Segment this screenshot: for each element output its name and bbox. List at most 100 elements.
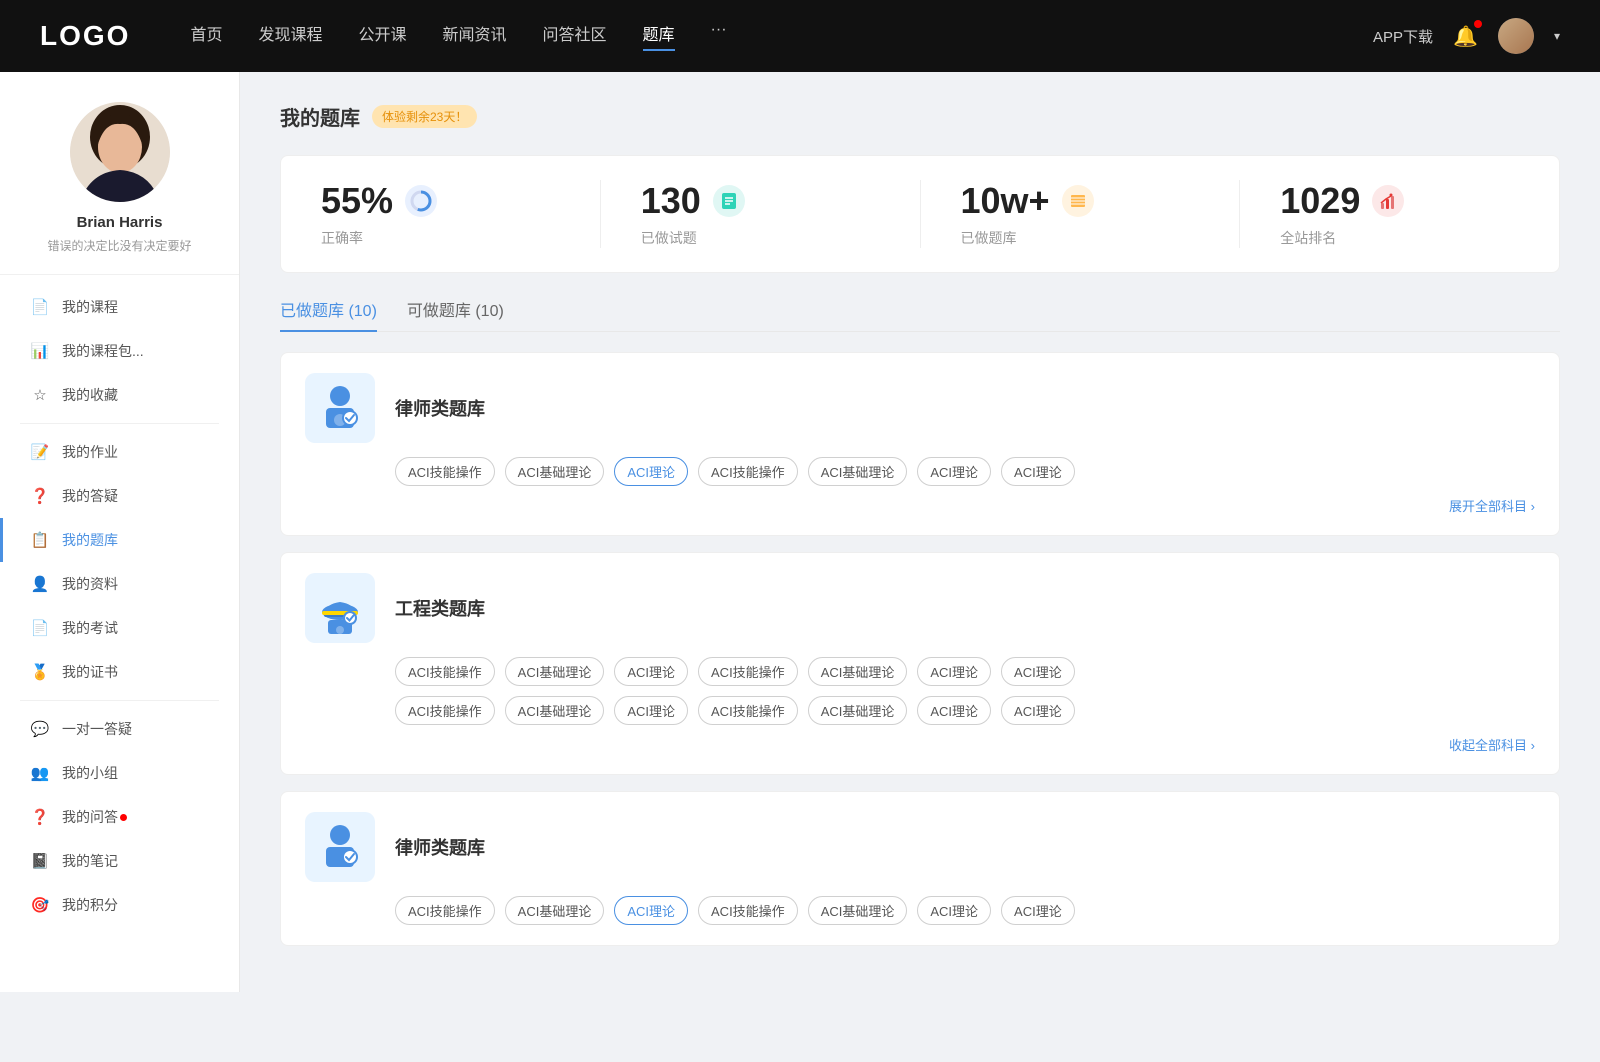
chevron-down-icon[interactable]: ▾ [1554, 29, 1560, 43]
tag[interactable]: ACI技能操作 [395, 457, 495, 486]
main-layout: Brian Harris 错误的决定比没有决定要好 📄 我的课程 📊 我的课程包… [0, 72, 1600, 992]
questions-label: 已做试题 [641, 228, 697, 248]
sidebar-item-certificate[interactable]: 🏅 我的证书 [0, 650, 239, 694]
tag[interactable]: ACI理论 [1001, 696, 1075, 725]
profile-icon: 👤 [30, 575, 50, 593]
stat-questions: 130 已做试题 [601, 180, 921, 248]
bank-name-lawyer-1: 律师类题库 [395, 395, 485, 421]
avatar [70, 102, 170, 202]
qa-icon: ❓ [30, 487, 50, 505]
page-header: 我的题库 体验剩余23天！ [280, 102, 1560, 131]
sidebar-item-group[interactable]: 👥 我的小组 [0, 751, 239, 795]
tag[interactable]: ACI基础理论 [505, 696, 605, 725]
banks-value: 10w+ [961, 180, 1050, 222]
tag[interactable]: ACI基础理论 [505, 657, 605, 686]
tag[interactable]: ACI理论 [917, 896, 991, 925]
expand-link-lawyer-1[interactable]: 展开全部科目 › [305, 496, 1535, 515]
stat-accuracy: 55% 正确率 [281, 180, 601, 248]
tag[interactable]: ACI理论 [917, 696, 991, 725]
tag[interactable]: ACI技能操作 [698, 896, 798, 925]
tag[interactable]: ACI理论 [917, 657, 991, 686]
navbar-right: APP下载 🔔 ▾ [1373, 18, 1560, 54]
accuracy-label: 正确率 [321, 228, 363, 248]
sidebar-item-homework[interactable]: 📝 我的作业 [0, 430, 239, 474]
tag[interactable]: ACI基础理论 [808, 896, 908, 925]
tag[interactable]: ACI理论 [1001, 896, 1075, 925]
navbar: LOGO 首页 发现课程 公开课 新闻资讯 问答社区 题库 ··· APP下载 … [0, 0, 1600, 72]
tag[interactable]: ACI理论 [614, 696, 688, 725]
profile-motto: 错误的决定比没有决定要好 [47, 237, 191, 254]
tags-row-lawyer-1: ACI技能操作 ACI基础理论 ACI理论 ACI技能操作 ACI基础理论 AC… [395, 457, 1535, 486]
tag[interactable]: ACI基础理论 [505, 896, 605, 925]
tag[interactable]: ACI技能操作 [395, 657, 495, 686]
sidebar-item-qa[interactable]: ❓ 我的答疑 [0, 474, 239, 518]
tags-row-lawyer-2: ACI技能操作 ACI基础理论 ACI理论 ACI技能操作 ACI基础理论 AC… [395, 896, 1535, 925]
tab-available-banks[interactable]: 可做题库 (10) [407, 297, 504, 331]
notification-badge [1474, 20, 1482, 28]
sidebar-item-notes[interactable]: 📓 我的笔记 [0, 839, 239, 883]
tag[interactable]: ACI技能操作 [395, 896, 495, 925]
nav-news[interactable]: 新闻资讯 [443, 21, 507, 51]
tags-row-engineer-1: ACI技能操作 ACI基础理论 ACI理论 ACI技能操作 ACI基础理论 AC… [395, 657, 1535, 686]
tag[interactable]: ACI技能操作 [698, 696, 798, 725]
notification-bell-icon[interactable]: 🔔 [1453, 24, 1478, 49]
app-download-button[interactable]: APP下载 [1373, 26, 1433, 47]
banks-label: 已做题库 [961, 228, 1017, 248]
star-icon: ☆ [30, 386, 50, 404]
nav-links: 首页 发现课程 公开课 新闻资讯 问答社区 题库 ··· [190, 21, 1373, 51]
course-pack-icon: 📊 [30, 342, 50, 360]
questions-icon [713, 185, 745, 217]
bank-card-engineer: 工程类题库 ACI技能操作 ACI基础理论 ACI理论 ACI技能操作 ACI基… [280, 552, 1560, 775]
user-avatar-nav[interactable] [1498, 18, 1534, 54]
trial-badge: 体验剩余23天！ [372, 105, 477, 128]
profile-section: Brian Harris 错误的决定比没有决定要好 [0, 102, 239, 275]
profile-name: Brian Harris [77, 214, 163, 231]
sidebar-item-my-course[interactable]: 📄 我的课程 [0, 285, 239, 329]
nav-more[interactable]: ··· [711, 21, 727, 51]
ranking-value: 1029 [1280, 180, 1360, 222]
tag[interactable]: ACI理论 [1001, 457, 1075, 486]
nav-discover[interactable]: 发现课程 [258, 21, 322, 51]
sidebar-item-points[interactable]: 🎯 我的积分 [0, 883, 239, 927]
tag[interactable]: ACI理论 [917, 457, 991, 486]
nav-bank[interactable]: 题库 [643, 21, 675, 51]
tag[interactable]: ACI理论 [614, 657, 688, 686]
stat-banks: 10w+ 已做题库 [921, 180, 1241, 248]
tag[interactable]: ACI基础理论 [808, 696, 908, 725]
tag[interactable]: ACI基础理论 [505, 457, 605, 486]
tab-done-banks[interactable]: 已做题库 (10) [280, 297, 377, 331]
nav-opencourse[interactable]: 公开课 [358, 21, 406, 51]
question-dot-badge [120, 814, 127, 821]
lawyer-icon-1 [305, 373, 375, 443]
bank-card-lawyer-2: 律师类题库 ACI技能操作 ACI基础理论 ACI理论 ACI技能操作 ACI基… [280, 791, 1560, 946]
sidebar-item-favorites[interactable]: ☆ 我的收藏 [0, 373, 239, 417]
sidebar-item-one-on-one[interactable]: 💬 一对一答疑 [0, 707, 239, 751]
main-content: 我的题库 体验剩余23天！ 55% 正确率 [240, 72, 1600, 992]
tag-active[interactable]: ACI理论 [614, 457, 688, 486]
collapse-link-engineer[interactable]: 收起全部科目 › [305, 735, 1535, 754]
sidebar-item-course-pack[interactable]: 📊 我的课程包... [0, 329, 239, 373]
ranking-icon [1372, 185, 1404, 217]
tag-active[interactable]: ACI理论 [614, 896, 688, 925]
tag[interactable]: ACI理论 [1001, 657, 1075, 686]
questions-value: 130 [641, 180, 701, 222]
tag[interactable]: ACI技能操作 [698, 657, 798, 686]
tag[interactable]: ACI技能操作 [698, 457, 798, 486]
tag[interactable]: ACI技能操作 [395, 696, 495, 725]
certificate-icon: 🏅 [30, 663, 50, 681]
menu-divider-2 [20, 700, 219, 701]
banks-icon [1062, 185, 1094, 217]
tag[interactable]: ACI基础理论 [808, 657, 908, 686]
stats-row: 55% 正确率 130 [280, 155, 1560, 273]
nav-home[interactable]: 首页 [190, 21, 222, 51]
nav-qa[interactable]: 问答社区 [543, 21, 607, 51]
sidebar-item-question-bank[interactable]: 📋 我的题库 [0, 518, 239, 562]
sidebar-item-profile[interactable]: 👤 我的资料 [0, 562, 239, 606]
sidebar-item-my-questions[interactable]: ❓ 我的问答 [0, 795, 239, 839]
exam-icon: 📄 [30, 619, 50, 637]
sidebar-item-exam[interactable]: 📄 我的考试 [0, 606, 239, 650]
accuracy-icon [405, 185, 437, 217]
homework-icon: 📝 [30, 443, 50, 461]
tag[interactable]: ACI基础理论 [808, 457, 908, 486]
ranking-label: 全站排名 [1280, 228, 1336, 248]
